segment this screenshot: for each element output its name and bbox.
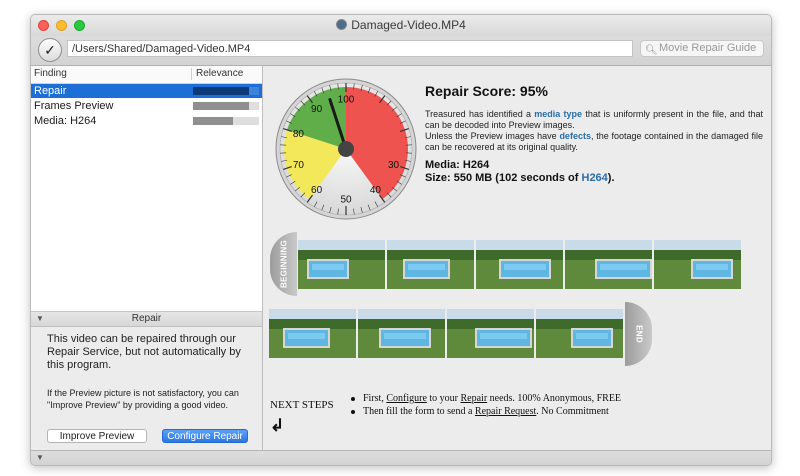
step1-text-a: First,	[363, 393, 387, 404]
media-type-link[interactable]: media type	[534, 109, 582, 119]
finding-row[interactable]: Frames Preview	[31, 99, 262, 113]
finding-label: Frames Preview	[34, 100, 114, 112]
document-icon	[336, 19, 348, 30]
gauge-tick-label: 60	[311, 185, 323, 196]
next-steps-label: NEXT STEPS	[270, 399, 334, 411]
window-title: Damaged-Video.MP4	[31, 18, 771, 32]
search-icon: 🔍︎	[645, 45, 658, 56]
preview-frame[interactable]	[387, 240, 474, 289]
gauge-tick-label: 100	[338, 95, 355, 106]
defects-link[interactable]: defects	[559, 131, 591, 141]
end-tab[interactable]: END	[625, 302, 652, 366]
relevance-bar	[193, 87, 249, 95]
repair-link[interactable]: Repair	[461, 393, 488, 404]
gauge-tick-label: 70	[293, 160, 305, 171]
file-path-field[interactable]: /Users/Shared/Damaged-Video.MP4	[67, 40, 633, 57]
gauge-tick-label: 90	[311, 104, 323, 115]
desc-text-1a: Treasured has identified a	[425, 109, 535, 119]
column-separator	[191, 68, 192, 80]
gauge-tick-label: 40	[370, 185, 382, 196]
size-suffix: ).	[607, 172, 615, 184]
preview-frame[interactable]	[269, 309, 356, 358]
info-panel-title: Repair	[131, 313, 162, 324]
column-relevance[interactable]: Relevance	[196, 68, 243, 79]
size-prefix: Size: 550 MB (102 seconds of	[425, 172, 582, 184]
preview-frame[interactable]	[536, 309, 623, 358]
beginning-label: BEGINNING	[279, 239, 288, 289]
next-steps-list: First, Configure to your Repair needs. 1…	[351, 392, 621, 418]
preview-frame[interactable]	[476, 240, 563, 289]
title-bar: Damaged-Video.MP4	[31, 15, 771, 36]
step-item-2: Then fill the form to send a Repair Requ…	[351, 405, 621, 418]
step-item-1: First, Configure to your Repair needs. 1…	[351, 392, 621, 405]
preview-frame[interactable]	[447, 309, 534, 358]
preview-frame[interactable]	[565, 240, 652, 289]
finding-row[interactable]: Repair	[31, 84, 262, 98]
beginning-tab[interactable]: BEGINNING	[270, 232, 297, 296]
status-bar: ▼	[31, 450, 771, 465]
main-panel: 100 90 80 70 60 50 40 30 Repair Score: 95% Trea…	[263, 66, 771, 450]
relevance-bar	[193, 102, 249, 110]
checkmark-icon: ✓	[44, 42, 56, 58]
status-disclosure-icon[interactable]: ▼	[36, 453, 44, 462]
finding-row[interactable]: Media: H264	[31, 114, 262, 128]
preview-frame[interactable]	[358, 309, 445, 358]
toolbar: ✓ /Users/Shared/Damaged-Video.MP4 🔍︎ Mov…	[31, 36, 771, 66]
step1-text-b: to your	[426, 393, 461, 404]
desc-text-2a: Unless the Preview images have	[425, 131, 560, 141]
return-arrow-icon: ↲	[270, 416, 285, 435]
h264-link[interactable]: H264	[582, 172, 608, 184]
checkmark-button[interactable]: ✓	[38, 38, 62, 62]
configure-link[interactable]: Configure	[386, 393, 427, 404]
gauge-tick-label: 30	[388, 160, 400, 171]
repair-description: Treasured has identified a media type th…	[425, 109, 763, 153]
info-panel-text: This video can be repaired through our R…	[47, 333, 241, 371]
relevance-bar	[193, 117, 233, 125]
search-field[interactable]: 🔍︎ Movie Repair Guide	[640, 40, 764, 57]
gauge-tick-label: 50	[340, 195, 352, 206]
preview-frame[interactable]	[298, 240, 385, 289]
app-window: Damaged-Video.MP4 ✓ /Users/Shared/Damage…	[30, 14, 772, 466]
repair-request-link[interactable]: Repair Request	[475, 406, 536, 417]
info-panel: ▼ Repair This video can be repaired thro…	[31, 311, 262, 451]
finding-label: Media: H264	[34, 115, 97, 127]
step2-text-a: Then fill the form to send a	[363, 406, 475, 417]
media-facts: Media: H264 Size: 550 MB (102 seconds of…	[425, 159, 615, 185]
gauge-hub	[338, 141, 354, 157]
search-placeholder: Movie Repair Guide	[659, 42, 757, 54]
info-panel-header[interactable]: ▼ Repair	[31, 312, 262, 327]
findings-header: Finding Relevance	[31, 66, 262, 84]
improve-preview-button[interactable]: Improve Preview	[47, 429, 147, 443]
findings-sidebar: Finding Relevance Repair Frames Preview Me…	[31, 66, 263, 451]
column-finding[interactable]: Finding	[34, 68, 67, 79]
repair-score-gauge: 100 90 80 70 60 50 40 30	[275, 78, 417, 220]
media-line: Media: H264	[425, 159, 490, 171]
size-line: Size: 550 MB (102 seconds of H264).	[425, 172, 615, 185]
end-label: END	[634, 325, 643, 343]
window-title-text: Damaged-Video.MP4	[351, 18, 466, 32]
step1-text-c: needs. 100% Anonymous, FREE	[487, 393, 622, 404]
step2-text-b: . No Commitment	[536, 406, 609, 417]
configure-repair-button[interactable]: Configure Repair	[162, 429, 248, 443]
repair-score: Repair Score: 95%	[425, 83, 548, 99]
finding-label: Repair	[34, 85, 67, 97]
info-panel-hint: If the Preview picture is not satisfacto…	[47, 388, 239, 410]
preview-frame[interactable]	[654, 240, 741, 289]
gauge-tick-label: 80	[293, 129, 305, 140]
